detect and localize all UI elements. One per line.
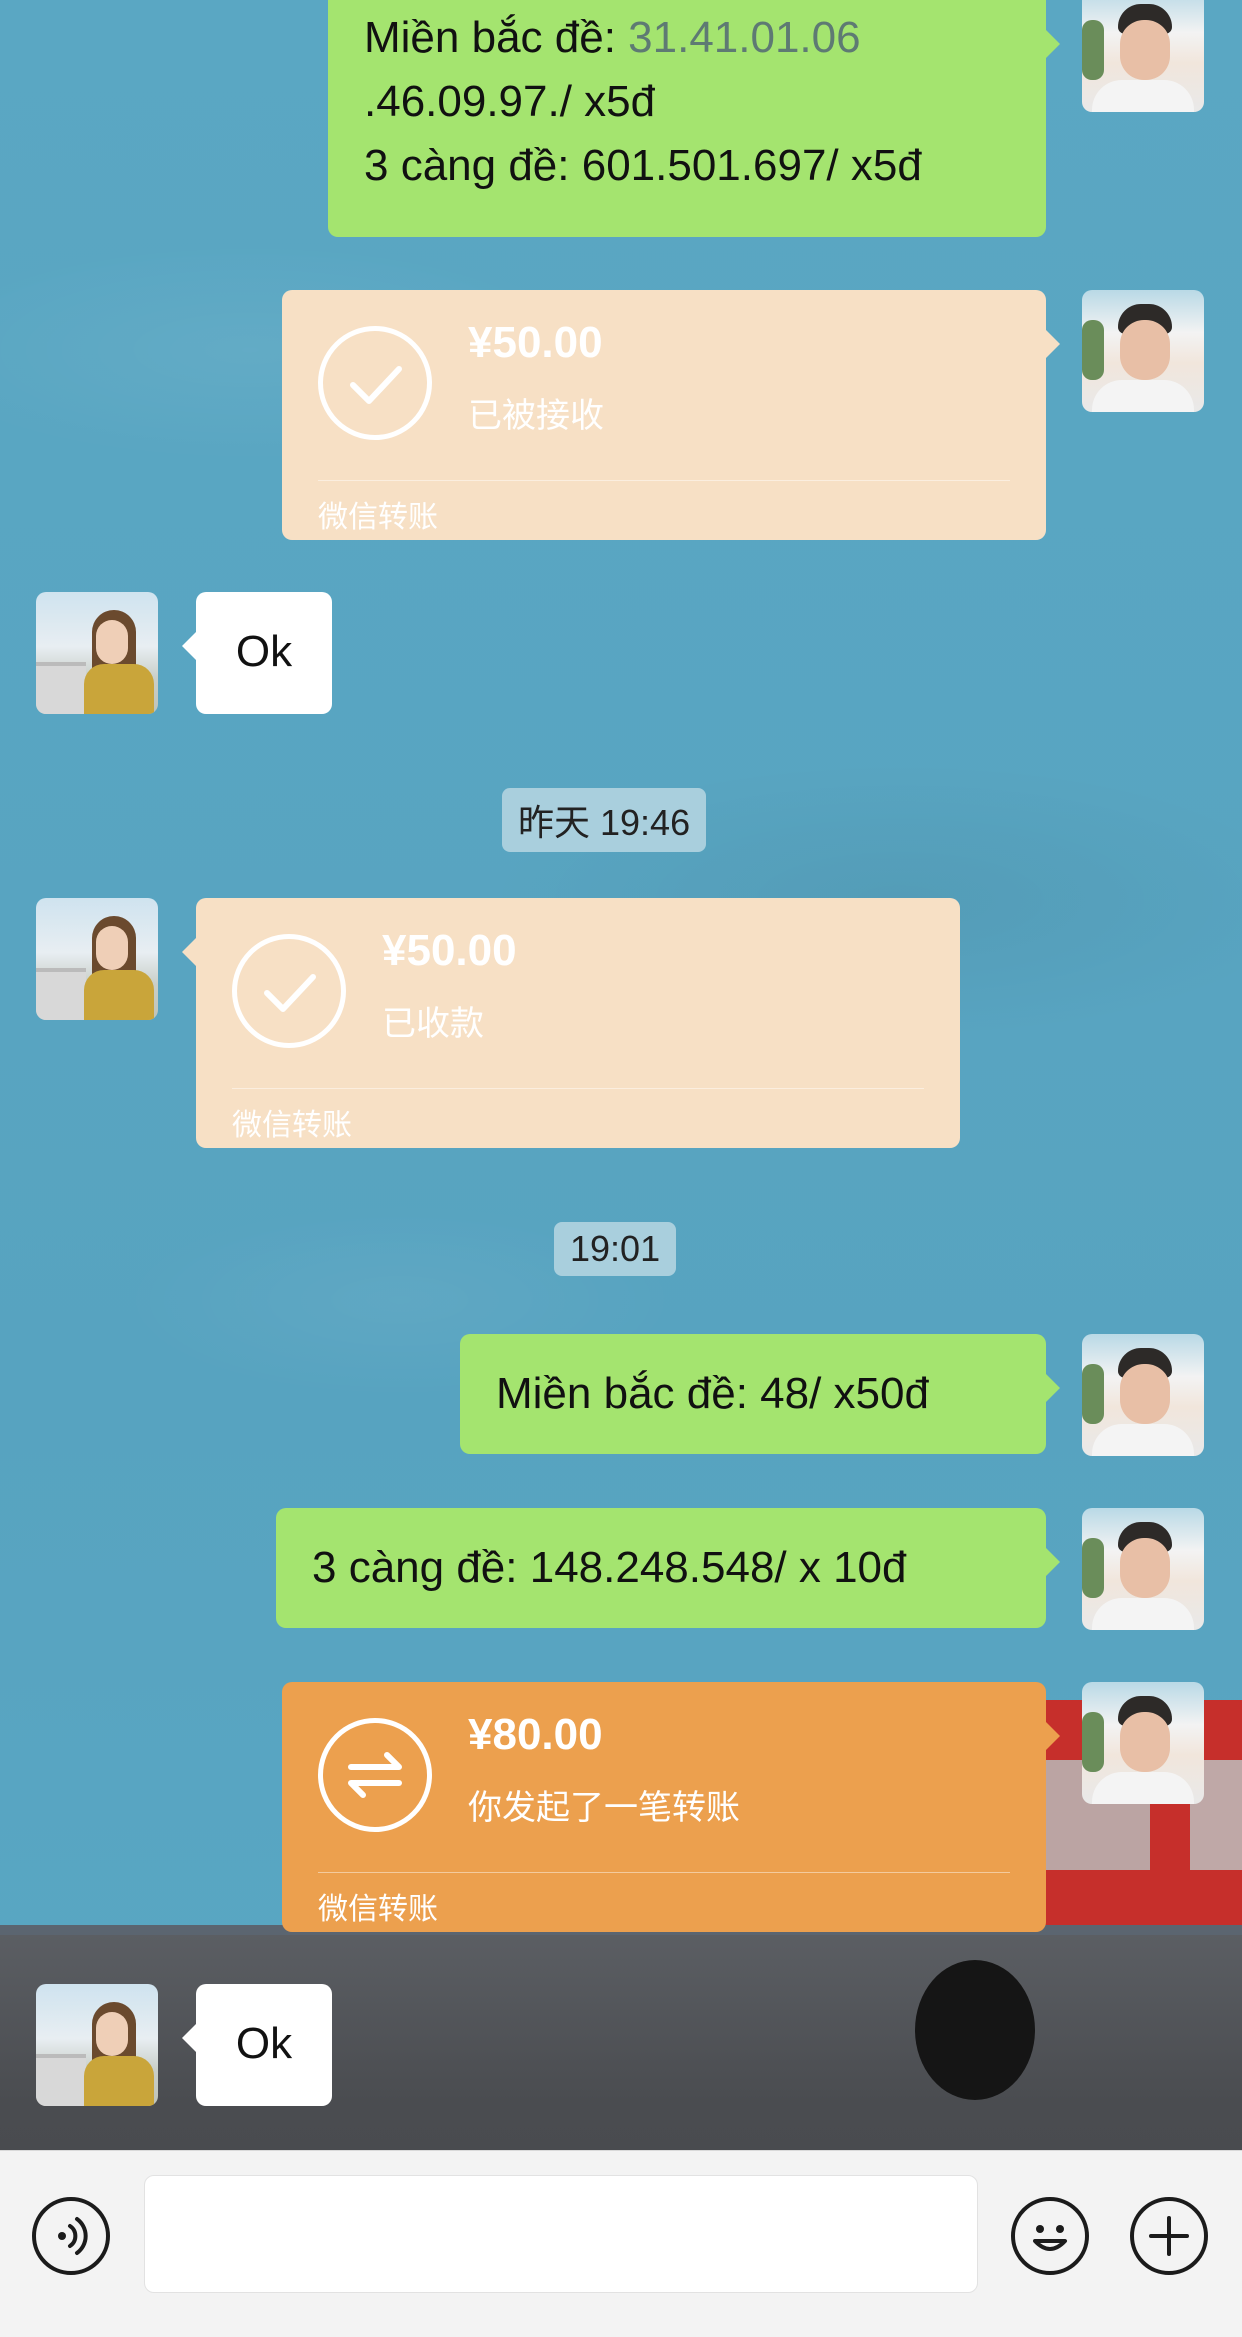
- voice-icon[interactable]: [32, 2197, 110, 2275]
- timestamp: 昨天 19:46: [502, 788, 707, 852]
- message-text: Ok: [235, 2019, 293, 2068]
- message-text: Ok: [235, 627, 293, 676]
- wallpaper-truck-wheel: [915, 1960, 1035, 2100]
- message-text-line: Miền bắc đề:: [364, 13, 629, 62]
- avatar-me[interactable]: [1082, 1682, 1204, 1804]
- phone-number-link[interactable]: 31.41.01.06: [628, 13, 860, 62]
- avatar-me[interactable]: [1082, 1334, 1204, 1456]
- sent-message-bubble[interactable]: 3 càng đề: 148.248.548/ x 10đ: [276, 1508, 1060, 1628]
- avatar-me[interactable]: [1082, 0, 1204, 112]
- transfer-label: 微信转账: [232, 1108, 352, 1143]
- transfer-status: 已收款: [382, 1004, 484, 1044]
- transfer-status: 已被接收: [468, 396, 604, 436]
- transfer-card[interactable]: ¥80.00 你发起了一笔转账 微信转账: [282, 1682, 1060, 1932]
- message-text: 3 càng đề: 148.248.548/ x 10đ: [312, 1543, 907, 1592]
- message-text: Miền bắc đề: 48/ x50đ: [496, 1369, 929, 1418]
- message-input[interactable]: [144, 2175, 978, 2293]
- message-text-line: 3 càng đề: 601.501.697/ x5đ: [364, 141, 922, 190]
- transfer-status: 你发起了一笔转账: [468, 1788, 740, 1828]
- transfer-label: 微信转账: [318, 1892, 438, 1927]
- transfer-amount: ¥80.00: [468, 1710, 603, 1759]
- message-text: Miền bắc đề: 31.41.01.06: [364, 6, 1010, 70]
- avatar-contact[interactable]: [36, 592, 158, 714]
- avatar-contact[interactable]: [36, 898, 158, 1020]
- divider: [232, 1088, 924, 1089]
- sent-message-bubble[interactable]: Miền bắc đề: 31.41.01.06 .46.09.97./ x5đ…: [328, 0, 1060, 237]
- divider: [318, 1872, 1010, 1873]
- check-circle-icon: [232, 934, 346, 1048]
- transfer-card[interactable]: ¥50.00 已收款 微信转账: [182, 898, 960, 1148]
- avatar-me[interactable]: [1082, 1508, 1204, 1630]
- plus-icon[interactable]: [1130, 2197, 1208, 2275]
- divider: [318, 480, 1010, 481]
- transfer-amount: ¥50.00: [382, 926, 517, 975]
- check-circle-icon: [318, 326, 432, 440]
- received-message-bubble[interactable]: Ok: [182, 1984, 332, 2106]
- transfer-label: 微信转账: [318, 500, 438, 535]
- emoji-icon[interactable]: [1011, 2197, 1089, 2275]
- transfer-arrows-icon: [318, 1718, 432, 1832]
- transfer-amount: ¥50.00: [468, 318, 603, 367]
- timestamp: 19:01: [554, 1222, 677, 1276]
- avatar-contact[interactable]: [36, 1984, 158, 2106]
- avatar-me[interactable]: [1082, 290, 1204, 412]
- message-text-line: .46.09.97./ x5đ: [364, 77, 656, 126]
- input-toolbar: [0, 2150, 1242, 2337]
- sent-message-bubble[interactable]: Miền bắc đề: 48/ x50đ: [460, 1334, 1060, 1454]
- transfer-card[interactable]: ¥50.00 已被接收 微信转账: [282, 290, 1060, 540]
- received-message-bubble[interactable]: Ok: [182, 592, 332, 714]
